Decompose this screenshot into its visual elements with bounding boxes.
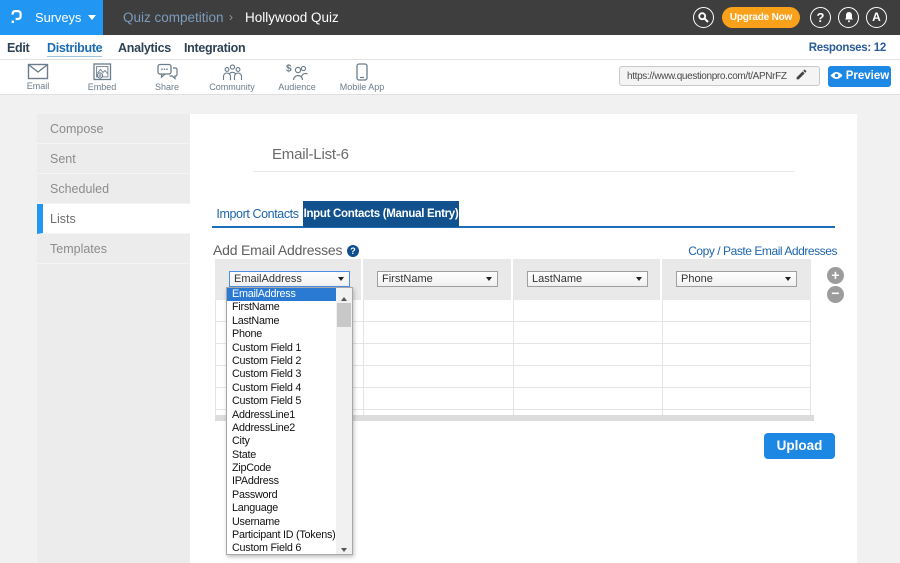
svg-text:$: $ xyxy=(286,64,292,75)
